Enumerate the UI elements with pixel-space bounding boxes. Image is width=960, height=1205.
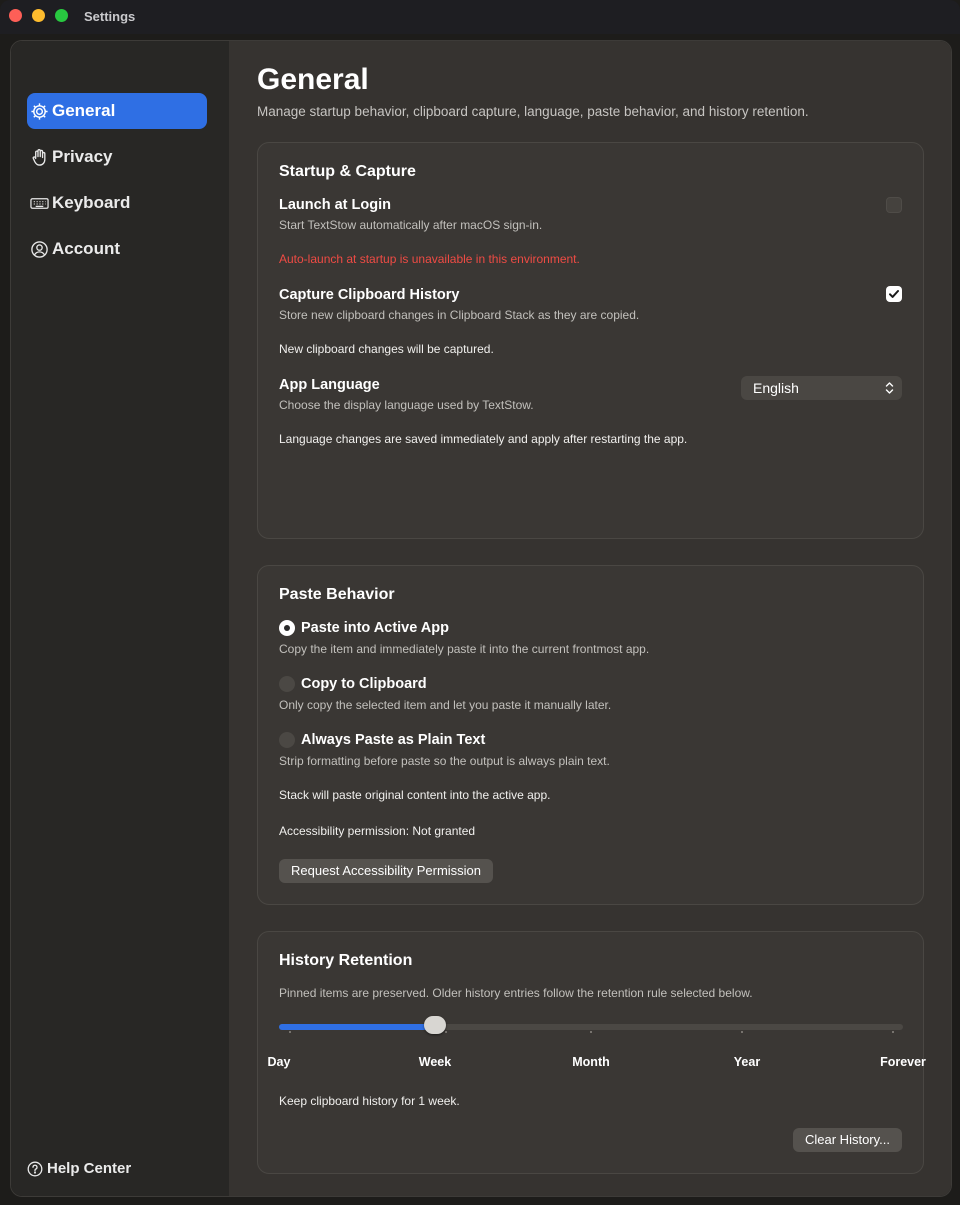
person-circle-icon xyxy=(31,240,48,258)
retention-status: Keep clipboard history for 1 week. xyxy=(279,1094,460,1108)
help-center-label: Help Center xyxy=(47,1160,132,1177)
paste-option-copy-clipboard[interactable]: Copy to Clipboard xyxy=(279,676,427,692)
sidebar: General Privacy Keyboard Account Help Ce… xyxy=(11,41,229,1196)
question-circle-icon xyxy=(27,1161,43,1176)
capture-history-desc: Store new clipboard changes in Clipboard… xyxy=(279,308,640,322)
sidebar-item-privacy[interactable]: Privacy xyxy=(27,139,207,175)
slider-tick xyxy=(289,1031,291,1033)
slider-tick xyxy=(892,1031,894,1033)
zoom-window-button[interactable] xyxy=(55,9,68,22)
retention-slider-thumb[interactable] xyxy=(424,1016,446,1034)
slider-label-forever: Forever xyxy=(880,1055,926,1069)
radio-button[interactable] xyxy=(279,732,295,748)
section-title: Startup & Capture xyxy=(279,163,416,180)
keyboard-icon xyxy=(30,197,49,209)
radio-label: Paste into Active App xyxy=(301,620,449,636)
slider-tick xyxy=(590,1031,592,1033)
slider-label-day: Day xyxy=(267,1055,291,1069)
window-title: Settings xyxy=(84,9,136,24)
sidebar-item-label: Account xyxy=(52,239,120,258)
page-subtitle: Manage startup behavior, clipboard captu… xyxy=(257,104,809,119)
title-bar: Settings xyxy=(0,0,960,34)
launch-at-login-checkbox[interactable] xyxy=(886,197,902,213)
section-title: Paste Behavior xyxy=(279,586,395,603)
sidebar-item-label: General xyxy=(52,101,116,120)
app-language-title: App Language xyxy=(279,377,380,393)
slider-label-week: Week xyxy=(418,1055,452,1069)
paste-option-desc: Only copy the selected item and let you … xyxy=(279,698,612,712)
language-select-value: English xyxy=(753,380,799,396)
slider-tick xyxy=(445,1031,447,1033)
history-retention-card: History Retention Pinned items are prese… xyxy=(257,931,926,1174)
gear-icon xyxy=(31,102,48,120)
radio-button[interactable] xyxy=(279,676,295,692)
capture-history-title: Capture Clipboard History xyxy=(279,287,460,303)
slider-label-month: Month xyxy=(572,1055,610,1069)
language-note: Language changes are saved immediately a… xyxy=(279,432,688,446)
app-language-desc: Choose the display language used by Text… xyxy=(279,398,534,412)
paste-option-plain-text[interactable]: Always Paste as Plain Text xyxy=(279,732,485,748)
radio-button[interactable] xyxy=(279,620,295,636)
section-title: History Retention xyxy=(279,952,413,969)
main-content: General Manage startup behavior, clipboa… xyxy=(229,41,951,1196)
history-desc: Pinned items are preserved. Older histor… xyxy=(279,986,753,1000)
sidebar-item-label: Keyboard xyxy=(52,193,131,212)
language-select[interactable]: English xyxy=(741,376,902,400)
chevron-up-down-icon xyxy=(885,382,894,394)
radio-label: Copy to Clipboard xyxy=(301,676,427,692)
sidebar-item-keyboard[interactable]: Keyboard xyxy=(27,185,207,221)
sidebar-item-general[interactable]: General xyxy=(27,93,207,129)
slider-label-year: Year xyxy=(733,1055,761,1069)
accessibility-status: Accessibility permission: Not granted xyxy=(279,824,476,838)
launch-at-login-title: Launch at Login xyxy=(279,197,391,213)
help-center-link[interactable]: Help Center xyxy=(27,1160,131,1177)
launch-at-login-desc: Start TextStow automatically after macOS… xyxy=(279,218,543,232)
startup-capture-card: Startup & Capture Launch at Login Start … xyxy=(257,142,924,539)
request-accessibility-button[interactable]: Request Accessibility Permission xyxy=(279,859,494,883)
paste-status: Stack will paste original content into t… xyxy=(279,788,551,802)
capture-status: New clipboard changes will be captured. xyxy=(279,342,494,356)
page-title: General xyxy=(257,63,369,96)
launch-warning: Auto-launch at startup is unavailable in… xyxy=(279,252,580,266)
settings-window: General Privacy Keyboard Account Help Ce… xyxy=(10,40,952,1197)
close-window-button[interactable] xyxy=(9,9,22,22)
paste-option-active-app[interactable]: Paste into Active App xyxy=(279,620,449,636)
capture-history-checkbox[interactable] xyxy=(886,286,902,302)
retention-slider-fill xyxy=(279,1024,435,1030)
minimize-window-button[interactable] xyxy=(32,9,45,22)
sidebar-item-account[interactable]: Account xyxy=(27,231,207,267)
paste-option-desc: Strip formatting before paste so the out… xyxy=(279,754,610,768)
sidebar-item-label: Privacy xyxy=(52,147,113,166)
retention-slider-track[interactable] xyxy=(279,1024,903,1030)
slider-tick xyxy=(741,1031,743,1033)
hand-icon xyxy=(32,148,46,166)
radio-label: Always Paste as Plain Text xyxy=(301,732,486,748)
clear-history-button[interactable]: Clear History... xyxy=(793,1128,902,1152)
paste-option-desc: Copy the item and immediately paste it i… xyxy=(279,642,650,656)
checkmark-icon xyxy=(889,290,899,298)
paste-behavior-card: Paste Behavior Paste into Active App Cop… xyxy=(257,565,924,905)
